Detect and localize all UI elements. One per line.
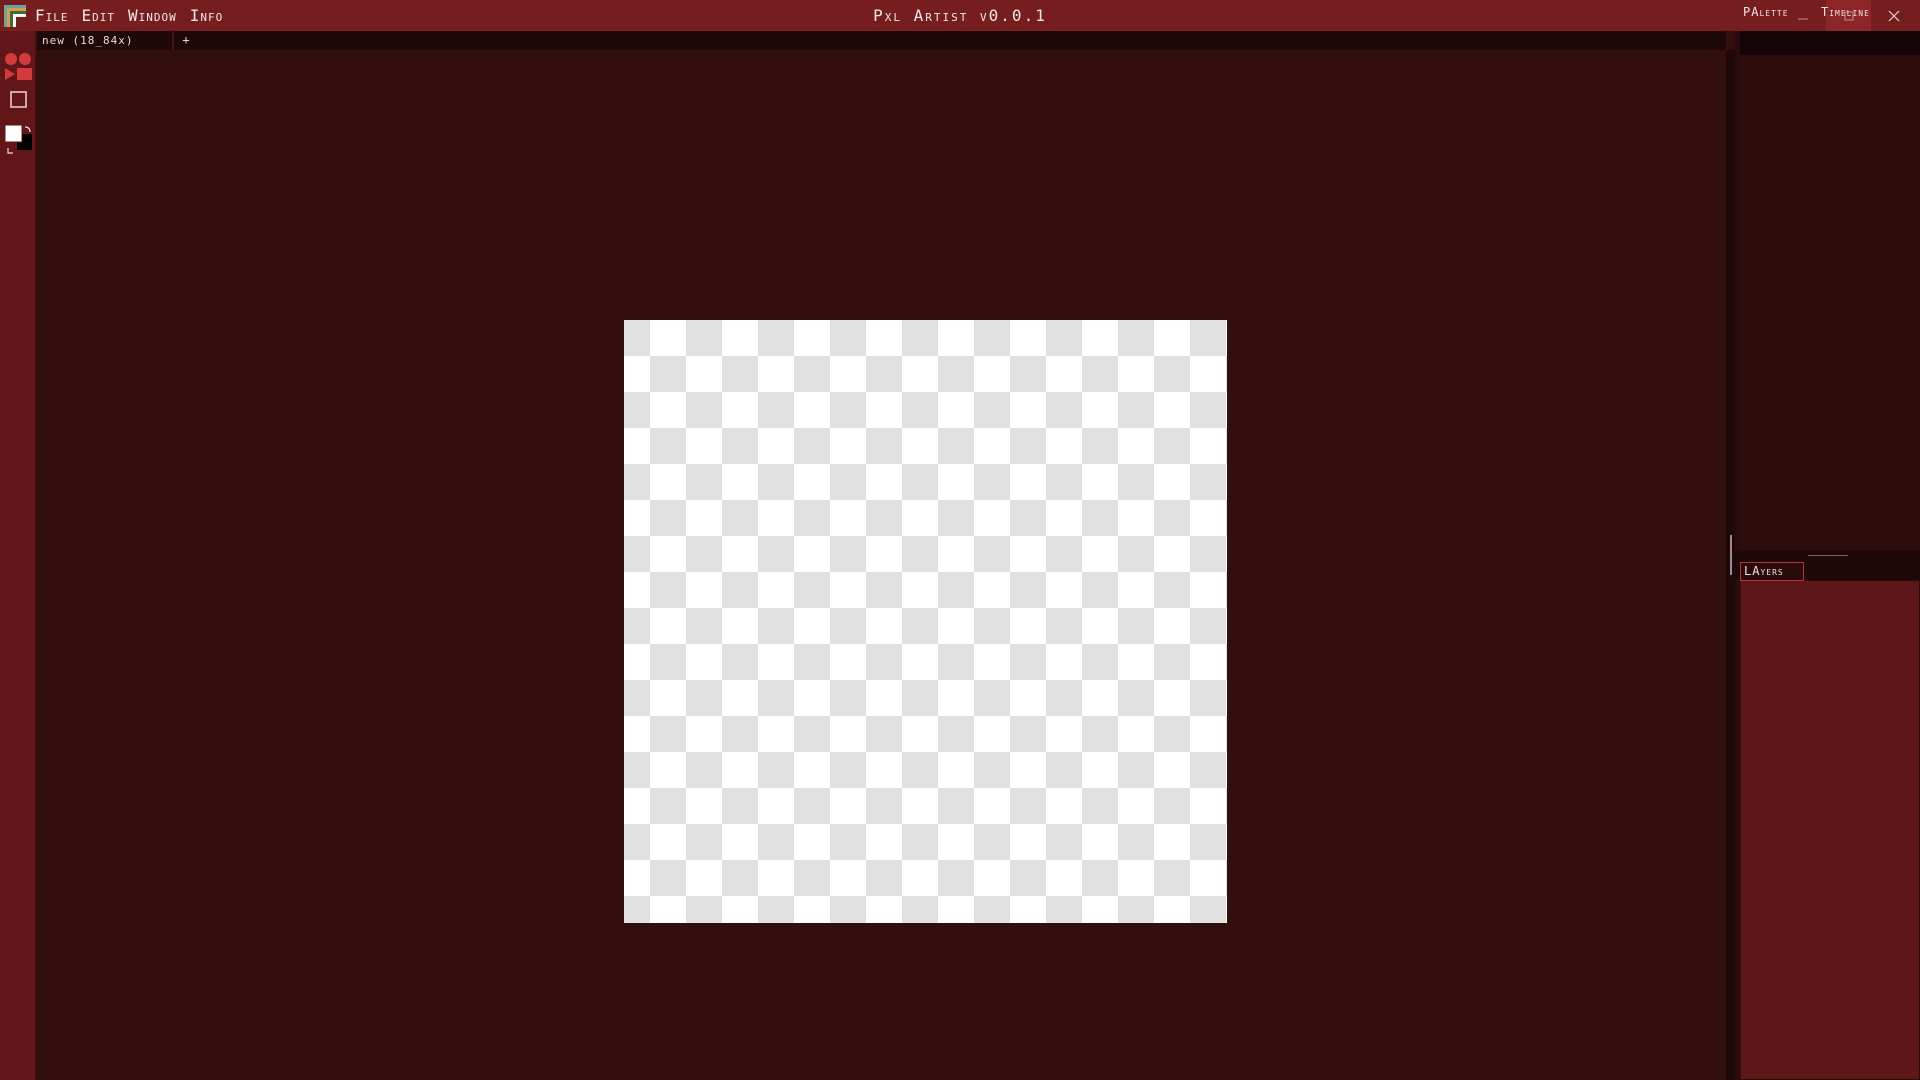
tool-bar [0,31,37,1080]
splitter-grip[interactable] [1730,535,1732,575]
menu-file[interactable]: File [33,6,71,25]
menu-bar: File Edit Window Info [33,0,225,31]
tab-palette[interactable]: PAlette [1740,3,1792,21]
title-bar: File Edit Window Info Pxl Artist v0.0.1 [0,0,1920,31]
menu-info[interactable]: Info [188,6,226,25]
app-logo-icon [4,5,26,27]
canvas-workspace[interactable] [37,50,1726,1080]
window-title: Pxl Artist v0.0.1 [873,6,1047,25]
palette-timeline-tabbar [1740,31,1920,55]
tab-timeline[interactable]: Timeline [1818,3,1873,21]
menu-edit[interactable]: Edit [80,6,118,25]
document-tab[interactable]: new (18_84x) [37,31,174,50]
panel-divider-grip[interactable] [1808,555,1848,556]
rectangle-select-icon[interactable] [4,89,32,111]
close-button[interactable] [1871,0,1916,31]
menu-window[interactable]: Window [126,6,179,25]
document-tab-bar: new (18_84x) + [37,31,1726,50]
new-document-tab-button[interactable]: + [176,31,196,50]
color-swatches[interactable] [4,123,32,155]
swap-colors-icon [24,126,31,133]
reset-colors-icon [7,148,13,154]
close-icon [1888,10,1899,21]
shapes-tool-icon[interactable] [4,51,32,81]
layers-panel [1740,581,1919,1079]
palette-panel [1740,55,1920,550]
tab-layers[interactable]: LAyers [1740,562,1804,581]
drawing-canvas[interactable] [624,320,1227,923]
minimize-icon [1797,18,1808,19]
